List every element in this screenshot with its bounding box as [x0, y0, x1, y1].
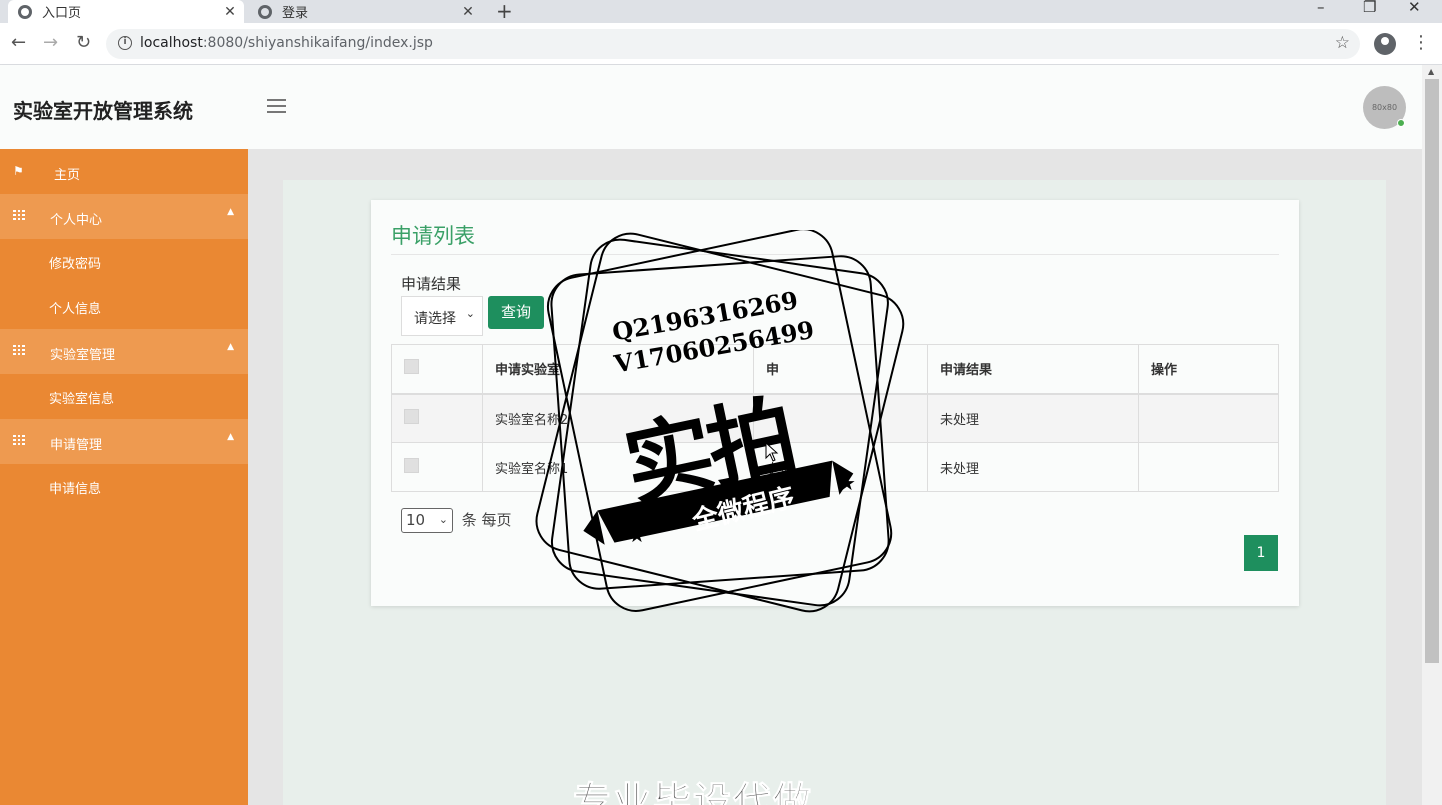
row-checkbox[interactable] — [404, 457, 419, 473]
query-button[interactable]: 查询 — [488, 296, 544, 329]
close-icon[interactable]: ✕ — [458, 4, 478, 20]
close-icon[interactable]: ✕ — [220, 4, 240, 20]
sidebar-item-lab-info[interactable]: 实验室信息 — [49, 388, 114, 407]
address-bar: ← → ↻ i localhost:8080/shiyanshikaifang/… — [0, 23, 1442, 65]
content-panel: 申请列表 申请结果 请选择 ⌄ 查询 申请实验室 申 申请结果 操作 实验室名称… — [283, 180, 1386, 805]
globe-icon — [18, 4, 32, 19]
url-omnibox[interactable]: i localhost:8080/shiyanshikaifang/index.… — [106, 29, 1360, 59]
table-row: 实验室名称2 未处理 — [391, 393, 1279, 443]
sidebar-item-label: 主页 — [54, 168, 81, 183]
back-icon[interactable]: ← — [11, 32, 26, 53]
page-title: 申请列表 — [391, 224, 475, 248]
select-all-cell — [391, 344, 483, 395]
caret-up-icon: ▲ — [227, 342, 234, 352]
table-row: 实验室名称1 小金 未处理 — [391, 442, 1279, 492]
minimize-icon[interactable]: – — [1317, 0, 1325, 16]
scrollbar-thumb[interactable] — [1425, 79, 1439, 663]
grid-icon — [13, 344, 25, 358]
globe-icon — [258, 4, 272, 19]
page-size-control: 10 ⌄ 条 每页 — [401, 508, 512, 533]
sidebar: ⚑ 主页 个人中心 ▲ 修改密码 个人信息 实验室管理 ▲ 实验室信息 申请管理… — [0, 149, 248, 805]
grid-icon — [13, 434, 25, 448]
reload-icon[interactable]: ↻ — [76, 32, 91, 53]
restore-icon[interactable]: ❐ — [1363, 0, 1376, 16]
new-tab-button[interactable]: + — [496, 0, 513, 23]
row-checkbox[interactable] — [404, 408, 419, 424]
grid-icon — [13, 209, 25, 223]
applicant-cell: 小金 — [753, 442, 928, 492]
url-text[interactable]: localhost:8080/shiyanshikaifang/index.js… — [140, 35, 433, 51]
row-check-cell — [391, 393, 483, 443]
sidebar-group-label: 实验室管理 — [50, 348, 116, 363]
sidebar-group-label: 申请管理 — [50, 438, 103, 453]
scroll-up-icon[interactable]: ▲ — [1428, 67, 1434, 76]
select-all-checkbox[interactable] — [404, 359, 419, 375]
application-list-card: 申请列表 申请结果 请选择 ⌄ 查询 申请实验室 申 申请结果 操作 实验室名称… — [371, 200, 1299, 606]
caret-up-icon: ▲ — [227, 432, 234, 442]
divider — [391, 254, 1279, 255]
menu-kebab-icon[interactable]: ⋮ — [1412, 32, 1430, 53]
sidebar-item-personal-info[interactable]: 个人信息 — [49, 298, 101, 317]
page-size-select[interactable]: 10 ⌄ — [401, 508, 453, 533]
lab-cell: 实验室名称1 — [482, 442, 754, 492]
browser-tab-inactive[interactable]: 登录 ✕ — [250, 0, 482, 23]
main-area: 申请列表 申请结果 请选择 ⌄ 查询 申请实验室 申 申请结果 操作 实验室名称… — [248, 149, 1422, 805]
sidebar-item-application-info[interactable]: 申请信息 — [49, 478, 101, 497]
lab-cell: 实验室名称2 — [482, 393, 754, 443]
action-cell — [1138, 393, 1279, 443]
sidebar-item-change-password[interactable]: 修改密码 — [49, 253, 101, 272]
forward-icon[interactable]: → — [43, 32, 58, 53]
browser-tab-active[interactable]: 入口页 ✕ — [8, 0, 244, 23]
bookmark-star-icon[interactable]: ☆ — [1335, 33, 1350, 53]
window-close-icon[interactable]: ✕ — [1408, 0, 1421, 16]
mouse-cursor-icon — [765, 442, 779, 462]
column-header: 申请结果 — [927, 344, 1139, 395]
bottom-watermark: 专业毕设代做 — [572, 779, 814, 805]
page-button-1[interactable]: 1 — [1244, 535, 1278, 571]
applicant-cell — [753, 393, 928, 443]
browser-tabbar: 入口页 ✕ 登录 ✕ + – ❐ ✕ — [0, 0, 1442, 23]
info-icon[interactable]: i — [118, 36, 132, 50]
result-cell: 未处理 — [927, 393, 1139, 443]
filter-label: 申请结果 — [401, 275, 462, 293]
sidebar-group-lab[interactable]: 实验室管理 ▲ — [0, 329, 248, 374]
column-header: 操作 — [1138, 344, 1279, 395]
action-cell — [1138, 442, 1279, 492]
sidebar-group-personal[interactable]: 个人中心 ▲ — [0, 194, 248, 239]
page-scrollbar[interactable]: ▲ — [1422, 65, 1442, 805]
tab-title: 登录 — [282, 6, 309, 21]
hamburger-icon[interactable] — [267, 99, 286, 117]
column-header: 申 — [753, 344, 928, 395]
flag-icon: ⚑ — [13, 164, 24, 178]
online-status-dot — [1397, 119, 1405, 127]
page-size-label: 条 每页 — [461, 511, 512, 529]
select-value: 请选择 — [414, 311, 456, 327]
chevron-down-icon: ⌄ — [438, 513, 448, 526]
app-header: 实验室开放管理系统 80x80 — [0, 65, 1422, 149]
sidebar-group-application[interactable]: 申请管理 ▲ — [0, 419, 248, 464]
result-select[interactable]: 请选择 ⌄ — [401, 296, 483, 336]
result-cell: 未处理 — [927, 442, 1139, 492]
profile-icon[interactable] — [1374, 33, 1396, 55]
caret-up-icon: ▲ — [227, 207, 234, 217]
row-check-cell — [391, 442, 483, 492]
tab-title: 入口页 — [42, 6, 82, 21]
app-title: 实验室开放管理系统 — [13, 99, 193, 123]
sidebar-group-label: 个人中心 — [50, 213, 103, 228]
column-header: 申请实验室 — [482, 344, 754, 395]
application-table: 申请实验室 申 申请结果 操作 实验室名称2 未处理 实验室名称1 小金 未处理 — [391, 344, 1279, 492]
sidebar-item-home[interactable]: ⚑ 主页 — [0, 149, 248, 194]
chevron-down-icon: ⌄ — [465, 307, 475, 320]
